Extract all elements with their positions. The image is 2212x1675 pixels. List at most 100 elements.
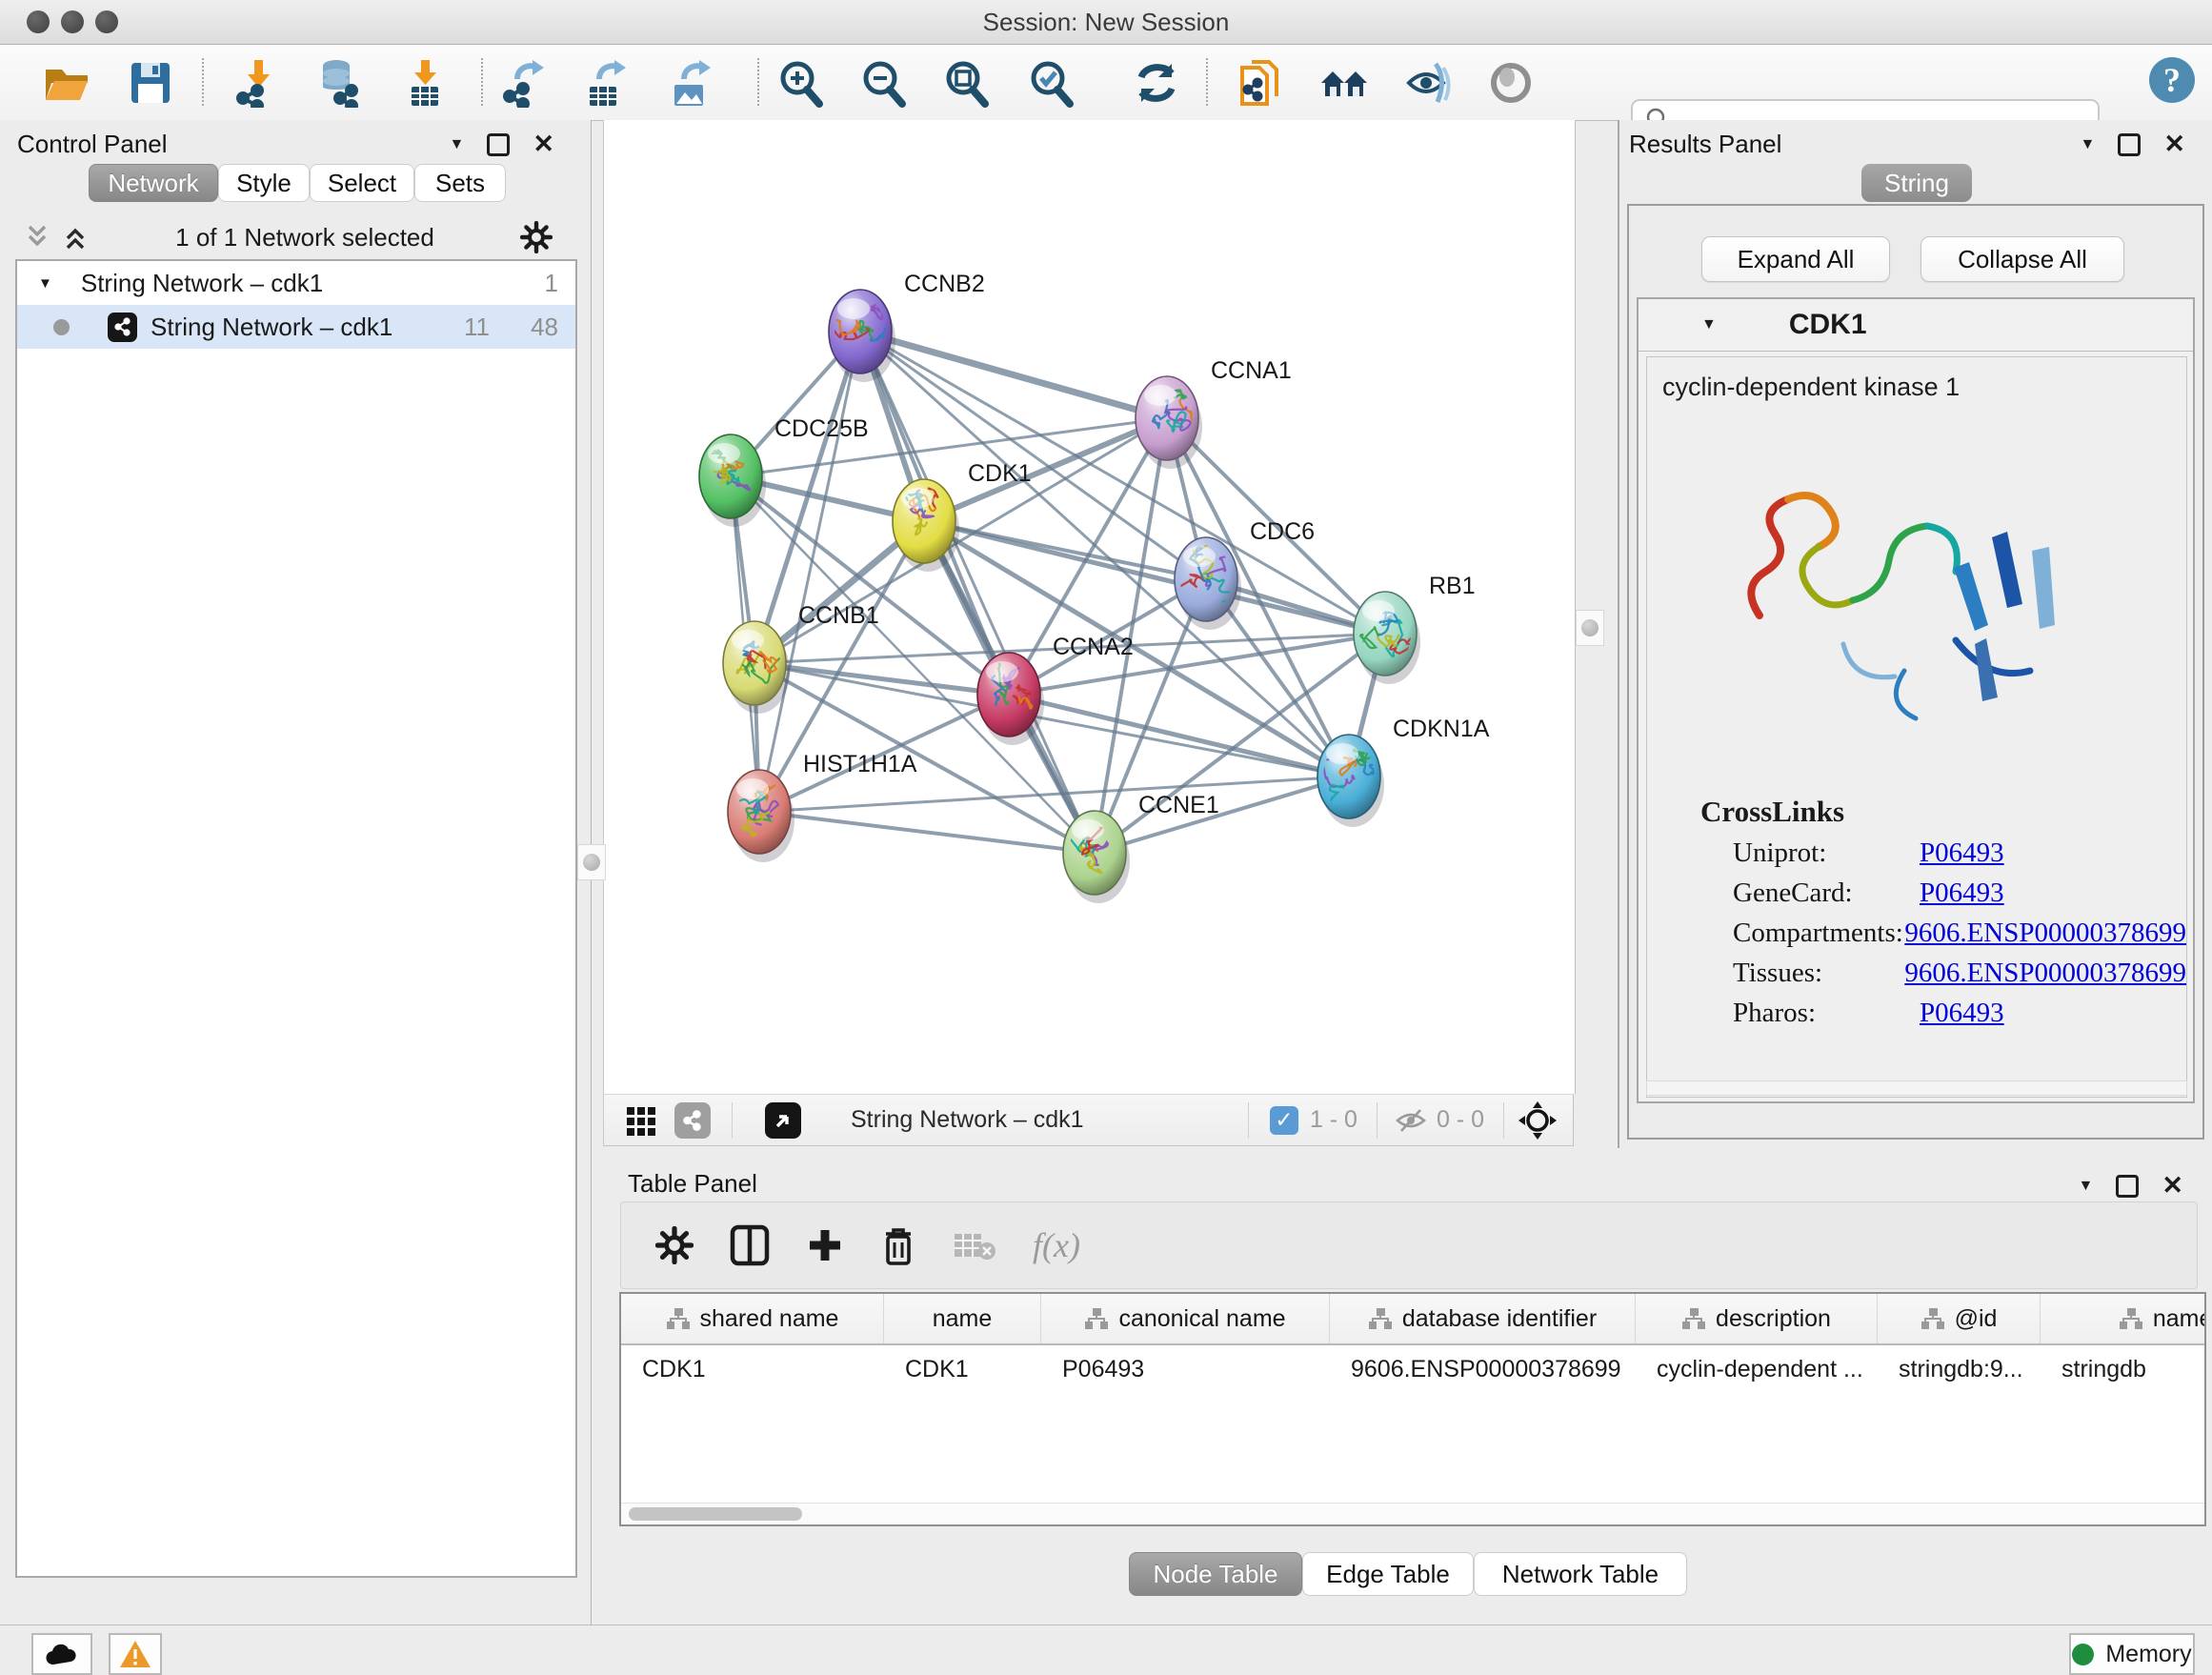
table-cell[interactable]: CDK1 [621,1345,884,1393]
zoom-fit-button[interactable] [939,56,993,110]
node-label-CCNA2: CCNA2 [1053,634,1134,660]
open-in-new-window-button[interactable] [765,1102,801,1139]
float-panel-icon[interactable] [2118,133,2141,156]
gene-section-header[interactable]: ▼ CDK1 [1639,299,2193,352]
column-header-shared-name[interactable]: shared name [621,1294,884,1343]
crosslink-link[interactable]: 9606.ENSP00000378699 [1904,958,2186,989]
refresh-view-button[interactable] [1130,56,1183,110]
warnings-button[interactable] [109,1633,162,1675]
network-node-CDKN1A[interactable]: CDKN1A [1306,716,1490,827]
column-header-namespace[interactable]: namespace [2041,1294,2206,1343]
collapse-all-icon[interactable] [23,223,51,252]
show-columns-icon[interactable] [730,1224,770,1266]
close-panel-icon[interactable]: ✕ [533,131,554,157]
right-splitter-handle[interactable] [1576,610,1604,646]
selected-checkbox-icon[interactable]: ✓ [1270,1106,1298,1135]
tab-select[interactable]: Select [310,164,414,202]
left-splitter-handle[interactable] [577,844,606,880]
network-collection-row[interactable]: ▼ String Network – cdk1 1 [17,261,575,305]
column-header-description[interactable]: description [1636,1294,1878,1343]
open-session-button[interactable] [40,56,93,110]
network-row[interactable]: String Network – cdk1 11 48 [17,305,575,349]
shared-column-tree-icon [1920,1307,1945,1330]
help-button[interactable]: ? [2145,53,2199,107]
export-network-button[interactable] [498,56,552,110]
close-panel-icon[interactable]: ✕ [2162,1173,2183,1199]
network-node-RB1[interactable]: RB1 [1350,573,1476,684]
table-cell[interactable]: P06493 [1041,1345,1330,1393]
export-image-button[interactable] [663,56,716,110]
tab-node-table[interactable]: Node Table [1129,1552,1302,1596]
edge-CCNB2-HIST1H1A[interactable] [759,332,860,812]
zoom-selected-button[interactable] [1024,56,1077,110]
tab-string[interactable]: String [1861,164,1972,202]
crosslink-link[interactable]: P06493 [1920,878,2004,909]
tab-edge-table[interactable]: Edge Table [1302,1552,1474,1596]
cloud-status-button[interactable] [31,1633,92,1675]
table-row[interactable]: CDK1CDK1P064939606.ENSP00000378699cyclin… [621,1345,2204,1393]
panel-menu-icon[interactable]: ▼ [2079,1179,2094,1194]
network-canvas[interactable]: CCNB2CCNA1CDC25BCDK1CDC6RB1CCNB1CCNA2CDK… [603,120,1576,1094]
panel-menu-icon[interactable]: ▼ [2081,137,2096,152]
expand-all-icon[interactable] [61,223,90,252]
column-header-label: description [1716,1305,1831,1333]
collapse-triangle-icon[interactable]: ▼ [38,275,52,292]
table-horizontal-scrollbar[interactable] [621,1503,2204,1524]
table-cell[interactable]: stringdb:9... [1878,1345,2041,1393]
crosslink-link[interactable]: P06493 [1920,838,2004,869]
column-header-canonical-name[interactable]: canonical name [1041,1294,1330,1343]
save-session-button[interactable] [124,56,177,110]
network-node-CDC25B[interactable]: CDC25B [699,415,869,527]
results-horizontal-scrollbar[interactable] [1646,1080,2187,1096]
crosshair-icon[interactable] [1518,1100,1558,1140]
gear-icon[interactable] [655,1226,694,1264]
memory-button[interactable]: Memory [2069,1633,2195,1675]
node-label-HIST1H1A: HIST1H1A [803,751,917,777]
import-network-from-file-button[interactable] [231,56,285,110]
network-home-button[interactable] [1317,56,1371,110]
float-panel-icon[interactable] [487,133,510,156]
table-cell[interactable]: 9606.ENSP00000378699 [1330,1345,1636,1393]
birds-eye-grid-icon[interactable] [625,1104,657,1137]
column-header--id[interactable]: @id [1878,1294,2041,1343]
float-panel-icon[interactable] [2116,1175,2139,1198]
column-header-name[interactable]: name [884,1294,1041,1343]
svg-text:?: ? [2163,61,2181,99]
string-share-button[interactable] [674,1102,711,1139]
table-cell[interactable]: CDK1 [884,1345,1041,1393]
edge-CDK1-RB1[interactable] [924,521,1385,634]
add-column-icon[interactable] [806,1226,844,1264]
import-table-from-file-button[interactable] [398,56,452,110]
scrollbar-thumb[interactable] [629,1507,802,1521]
delete-column-icon[interactable] [880,1224,916,1266]
import-network-from-database-button[interactable] [312,56,365,110]
edge-HIST1H1A-CCNE1[interactable] [759,812,1095,853]
hide-graphics-details-button[interactable] [1401,56,1455,110]
crosslink-link[interactable]: P06493 [1920,998,2004,1029]
zoom-out-button[interactable] [856,56,910,110]
crosslink-link[interactable]: 9606.ENSP00000378699 [1904,918,2186,949]
gear-icon[interactable] [520,221,553,253]
network-node-CCNB2[interactable]: CCNB2 [820,271,985,382]
edge-CCNB1-CCNA2[interactable] [754,663,1009,695]
tab-network-table[interactable]: Network Table [1474,1552,1687,1596]
table-cell[interactable]: cyclin-dependent ... [1636,1345,1878,1393]
share-network-button[interactable] [1233,56,1286,110]
panel-menu-icon[interactable]: ▼ [450,137,465,152]
tab-style[interactable]: Style [218,164,310,202]
edge-CDKN1A-CCNE1[interactable] [1095,777,1349,853]
edge-CCNB2-RB1[interactable] [860,332,1385,634]
close-panel-icon[interactable]: ✕ [2163,131,2185,157]
tab-sets[interactable]: Sets [414,164,506,202]
collapse-all-button[interactable]: Collapse All [1920,236,2124,282]
table-cell[interactable]: stringdb [2041,1345,2206,1393]
export-table-button[interactable] [578,56,632,110]
collapse-triangle-icon[interactable]: ▼ [1701,317,1717,333]
birds-eye-toggle-button[interactable] [1484,56,1538,110]
tab-network[interactable]: Network [89,164,218,202]
zoom-in-button[interactable] [774,56,827,110]
column-header-database-identifier[interactable]: database identifier [1330,1294,1636,1343]
expand-all-button[interactable]: Expand All [1701,236,1890,282]
network-node-CCNA1[interactable]: CCNA1 [1136,357,1292,469]
network-node-CCNE1[interactable]: CCNE1 [1063,792,1219,903]
